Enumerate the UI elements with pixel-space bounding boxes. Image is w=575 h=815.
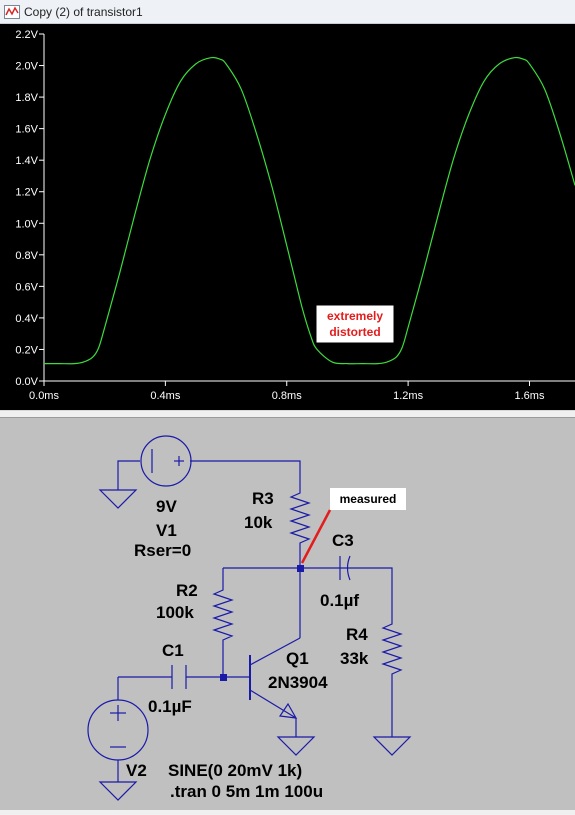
capacitor-c1[interactable]: [171, 665, 187, 689]
v2-source: SINE(0 20mV 1k): [168, 761, 302, 780]
schematic-editor[interactable]: measured 9V V1 Rser=0 R3 10k C3 0.1µf R2…: [0, 418, 575, 810]
y-tick-label: 1.8V: [15, 92, 38, 104]
wire[interactable]: [223, 567, 393, 618]
schematic-canvas[interactable]: measured 9V V1 Rser=0 R3 10k C3 0.1µf R2…: [0, 418, 575, 810]
c3-name: C3: [332, 531, 354, 550]
y-tick-label: 1.0V: [15, 218, 38, 230]
y-tick-label: 1.2V: [15, 187, 38, 199]
y-tick-label: 1.4V: [15, 155, 38, 167]
y-tick-label: 0.0V: [15, 376, 38, 388]
v1-param: Rser=0: [134, 541, 191, 560]
window-title: Copy (2) of transistor1: [24, 5, 143, 19]
c1-value: 0.1µF: [148, 697, 192, 716]
resistor-r4[interactable]: [381, 618, 403, 680]
plot-canvas[interactable]: 0.0V 0.2V 0.4V 0.6V 0.8V 1.0V 1.2V 1.4V 1.6V 1.8V…: [0, 24, 575, 410]
measurement-marker: [300, 509, 332, 564]
v1-value: 9V: [156, 497, 177, 516]
annotation-line-1: extremely: [327, 309, 383, 323]
r2-name: R2: [176, 581, 198, 600]
q1-model: 2N3904: [268, 673, 328, 692]
pane-splitter[interactable]: [0, 410, 575, 418]
x-tick-label: 1.6ms: [515, 390, 545, 402]
voltage-source-v1[interactable]: [140, 435, 192, 487]
r3-value: 10k: [244, 513, 273, 532]
x-tick-label: 1.2ms: [393, 390, 423, 402]
wire[interactable]: [190, 460, 301, 483]
annotation-line-2: distorted: [329, 325, 380, 339]
wire[interactable]: [117, 460, 140, 490]
x-tick-label: 0.8ms: [272, 390, 302, 402]
c3-value: 0.1µf: [320, 591, 359, 610]
r4-value: 33k: [340, 649, 369, 668]
y-tick-label: 0.4V: [15, 313, 38, 325]
r4-name: R4: [346, 625, 368, 644]
resistor-r3[interactable]: [289, 483, 311, 550]
q1-name: Q1: [286, 649, 309, 668]
resistor-r2[interactable]: [212, 585, 234, 645]
x-axis: 0.0ms 0.4ms 0.8ms 1.2ms 1.6ms: [29, 380, 575, 402]
y-tick-label: 0.2V: [15, 344, 38, 356]
y-tick-label: 0.8V: [15, 250, 38, 262]
waveform-icon: [4, 5, 20, 19]
r3-name: R3: [252, 489, 274, 508]
ground-icon: [98, 489, 138, 509]
y-axis: 0.0V 0.2V 0.4V 0.6V 0.8V 1.0V 1.2V 1.4V 1.6V 1.8V…: [15, 29, 45, 388]
v2-name: V2: [126, 761, 147, 780]
voltage-source-v2[interactable]: [87, 699, 149, 761]
y-tick-label: 0.6V: [15, 281, 38, 293]
y-tick-label: 2.0V: [15, 61, 38, 73]
r2-value: 100k: [156, 603, 194, 622]
c1-name: C1: [162, 641, 184, 660]
waveform-plot[interactable]: 0.0V 0.2V 0.4V 0.6V 0.8V 1.0V 1.2V 1.4V 1.6V 1.8V…: [0, 24, 575, 410]
spice-directive: .tran 0 5m 1m 100u: [170, 782, 323, 801]
v1-name: V1: [156, 521, 177, 540]
window-titlebar: Copy (2) of transistor1: [0, 0, 575, 24]
x-tick-label: 0.4ms: [150, 390, 180, 402]
y-tick-label: 2.2V: [15, 29, 38, 41]
y-tick-label: 1.6V: [15, 124, 38, 136]
series-trace[interactable]: [44, 56, 575, 365]
x-tick-label: 0.0ms: [29, 390, 59, 402]
measured-label: measured: [340, 492, 397, 506]
distortion-annotation: extremely distorted: [316, 305, 394, 343]
